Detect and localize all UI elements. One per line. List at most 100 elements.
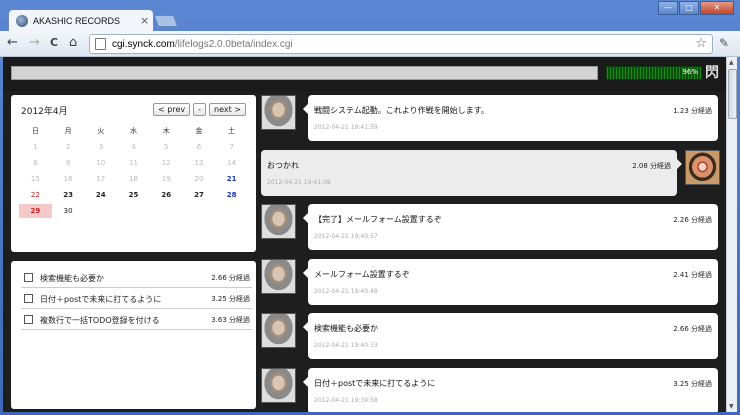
message-bubble: 検索機能も必要か 2012-04-21 19:40:33 2.66 分経過 [303,313,718,359]
message-item: おつかれ 2012-04-21 19:41:08 2.08 分経過 [261,149,723,196]
calendar-day[interactable]: 9 [52,159,85,167]
bookmark-star-icon[interactable]: ☆ [695,36,707,51]
tab-close-icon[interactable]: × [140,14,149,27]
calendar-day[interactable]: 2 [52,143,85,151]
todo-item: 複数行で一括TODO登録を付ける 3.63 分経過 [21,311,252,330]
calendar-day[interactable]: 3 [84,143,117,151]
calendar-day[interactable]: 18 [117,175,150,183]
todo-elapsed: 2.66 分経過 [211,274,250,282]
avatar[interactable] [261,204,296,239]
calendar-day[interactable]: 7 [215,143,248,151]
message-item: 【完了】メールフォーム設置するぞ 2012-04-21 19:40:57 2.26 … [261,204,723,250]
calendar-day[interactable]: 24 [84,191,117,199]
avatar[interactable] [261,258,296,294]
wrench-icon[interactable]: ✎ [719,36,729,50]
message-bubble: 戦闘システム起動。これより作戦を開始します。 2012-04-21 19:41:5… [303,95,718,141]
calendar-day[interactable]: 10 [84,159,117,167]
avatar[interactable] [685,149,720,185]
calendar-week-row: 1234567 [19,139,248,155]
address-bar[interactable]: cgi.synck.com/lifelogs2.0.0beta/index.cg… [89,34,713,54]
scroll-up-icon[interactable]: ▲ [729,59,734,66]
todo-checkbox[interactable] [24,273,33,282]
calendar-day[interactable]: 14 [215,159,248,167]
calendar-day[interactable]: 28 [215,191,248,199]
close-window-button[interactable]: ✕ [700,1,734,15]
calendar-day[interactable]: 5 [150,143,183,151]
calendar-day[interactable]: 16 [52,175,85,183]
scroll-down-icon[interactable]: ▼ [729,403,734,410]
new-tab-button[interactable] [153,15,179,27]
avatar[interactable] [261,367,296,403]
forward-icon[interactable]: → [29,36,40,50]
calendar-day[interactable]: 11 [117,159,150,167]
calendar-week-row: 15 16 17 18 19 20 21 [19,171,248,187]
message-item: 検索機能も必要か 2012-04-21 19:40:33 2.66 分経過 [261,313,723,359]
calendar-weekday: 月 [64,127,72,135]
back-icon[interactable]: ← [7,36,18,50]
message-text: 日付＋postで未来に打てるように [314,378,436,388]
calendar-current-button[interactable]: - [193,103,207,116]
message-text: 検索機能も必要か [314,324,378,333]
calendar-day[interactable]: 13 [183,159,216,167]
calendar-day[interactable]: 4 [117,143,150,151]
browser-toolbar: ← → C ⌂ cgi.synck.com/lifelogs2.0.0beta/… [0,31,740,57]
calendar-day[interactable]: 22 [19,191,52,199]
todo-checkbox[interactable] [24,315,33,324]
calendar-day[interactable]: 26 [150,191,183,199]
message-elapsed: 2.26 分経過 [673,216,712,224]
maximize-button[interactable]: □ [679,1,699,15]
calendar-week-row: 8 9 10 11 12 13 14 [19,155,248,171]
calendar-panel: 2012年4月 < prev - next > 日月火水木金土123456789… [11,95,256,252]
scroll-thumb[interactable] [728,69,737,119]
calendar-weekday: 火 [97,127,105,135]
message-timestamp: 2012-04-21 19:39:58 [314,396,378,404]
calendar-day[interactable]: 23 [52,191,85,199]
todo-checkbox[interactable] [24,294,33,303]
calendar-prev-button[interactable]: < prev [153,103,191,116]
page-icon [95,38,106,50]
message-timestamp: 2012-04-21 19:41:08 [267,178,331,186]
message-text: 【完了】メールフォーム設置するぞ [314,215,442,224]
home-icon[interactable]: ⌂ [69,36,77,50]
calendar-day[interactable]: 25 [117,191,150,199]
calendar-day[interactable]: 20 [183,175,216,183]
window-controls: — □ ✕ [658,1,734,15]
todo-item: 検索機能も必要か 2.66 分経過 [21,269,252,288]
minimize-button[interactable]: — [658,1,678,15]
message-item: 日付＋postで未来に打てるように 2012-04-21 19:39:58 3.25… [261,367,723,412]
globe-icon [16,15,28,27]
calendar-day[interactable]: 19 [150,175,183,183]
todo-elapsed: 3.25 分経過 [211,295,250,303]
todo-item: 日付＋postで未来に打てるように 3.25 分経過 [21,290,252,309]
tab-akashic-records[interactable]: AKASHIC RECORDS × [8,9,154,32]
url-host: cgi.synck.com [112,39,175,50]
calendar-day[interactable]: 12 [150,159,183,167]
calendar-day[interactable]: 6 [183,143,216,151]
calendar-day[interactable]: 8 [19,159,52,167]
reload-icon[interactable]: C [50,36,58,50]
page-scrollbar[interactable]: ▲ ▼ [726,57,737,412]
calendar-day[interactable]: 1 [19,143,52,151]
calendar-day[interactable]: 27 [183,191,216,199]
message-item: 戦闘システム起動。これより作戦を開始します。 2012-04-21 19:41:5… [261,95,723,141]
site-logo[interactable]: 閃 [704,64,720,82]
calendar-day[interactable]: 17 [84,175,117,183]
calendar-weekday: 日 [31,127,39,135]
todo-text: 複数行で一括TODO登録を付ける [40,316,160,325]
calendar-day[interactable]: 21 [215,175,248,183]
calendar-day[interactable]: 15 [19,175,52,183]
todo-text: 日付＋postで未来に打てるように [40,295,162,304]
message-elapsed: 3.25 分経過 [673,379,712,388]
avatar[interactable] [261,313,296,348]
calendar-next-button[interactable]: next > [209,103,246,116]
todo-panel: 検索機能も必要か 2.66 分経過日付＋postで未来に打てるように 3.25 分経… [11,261,256,409]
message-bubble: 【完了】メールフォーム設置するぞ 2012-04-21 19:40:57 2.26 … [303,204,718,250]
message-timestamp: 2012-04-21 19:40:33 [314,342,378,349]
calendar-day[interactable]: 29 [19,204,52,218]
message-bubble: 日付＋postで未来に打てるように 2012-04-21 19:39:58 3.25… [303,367,718,412]
avatar[interactable] [261,95,296,130]
calendar-day[interactable]: 30 [52,207,85,215]
message-text: メールフォーム設置するぞ [314,269,410,279]
message-elapsed: 1.23 分経過 [673,107,712,115]
post-input[interactable] [11,66,598,80]
